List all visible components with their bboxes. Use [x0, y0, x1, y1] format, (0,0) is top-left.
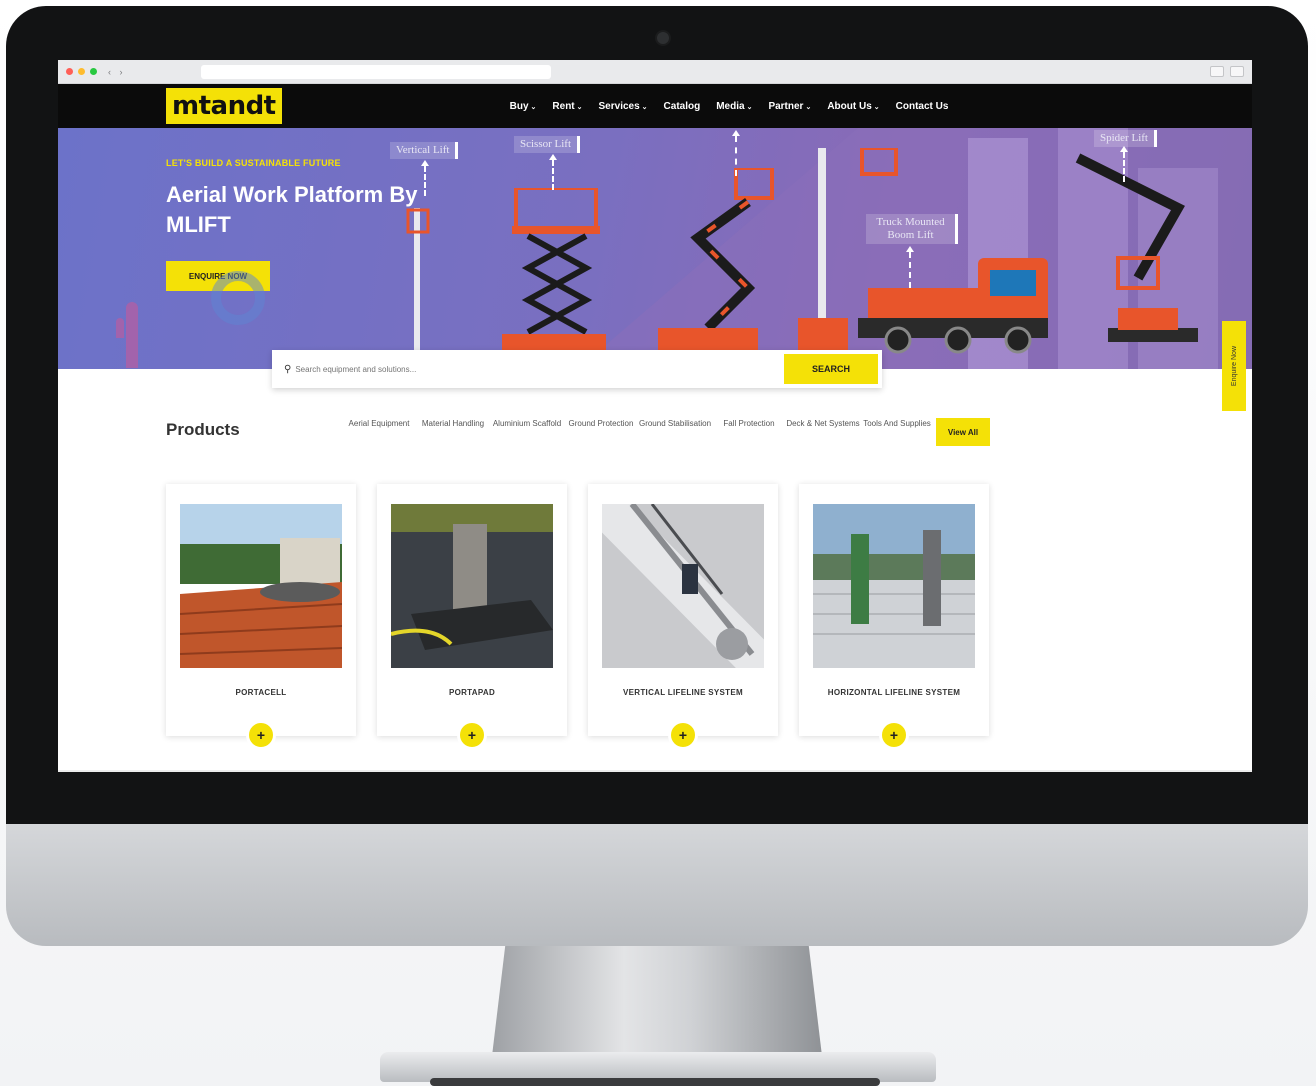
chevron-down-icon: ⌄ [576, 103, 583, 111]
share-icon[interactable] [1210, 66, 1224, 77]
arrow-up-icon [421, 160, 429, 196]
nav-label: Services [598, 100, 640, 112]
product-card[interactable]: PORTACELL + [166, 484, 356, 750]
nav-label: Contact Us [895, 100, 949, 112]
search-bar: ⚲ SEARCH [272, 350, 882, 388]
divider [58, 770, 1252, 772]
nav-item-media[interactable]: Media ⌄ [716, 101, 752, 112]
spider-lift-illustration [1075, 153, 1198, 342]
nav-item-services[interactable]: Services ⌄ [599, 101, 648, 112]
category-tab[interactable]: Ground Stabilisation [638, 418, 712, 429]
view-all-button[interactable]: View All [936, 418, 990, 446]
product-card[interactable]: VERTICAL LIFELINE SYSTEM + [588, 484, 778, 750]
category-tab[interactable]: Aluminium Scaffold [490, 418, 564, 429]
product-cards: PORTACELL + PORTAPAD + VERTICAL LIFELINE… [166, 484, 989, 750]
nav-label: Partner [768, 100, 804, 112]
minimize-window-icon[interactable] [78, 68, 85, 75]
site-logo[interactable]: mtandt [166, 88, 282, 124]
category-tab[interactable]: Material Handling [416, 418, 490, 429]
category-tab[interactable]: Deck & Net Systems [786, 418, 860, 429]
nav-item-catalog[interactable]: Catalog [664, 101, 701, 112]
screen: ‹ › mtandt Buy ⌄ Rent ⌄ Services ⌄ Catalog Medi… [58, 60, 1252, 772]
nav-item-buy[interactable]: Buy ⌄ [510, 101, 537, 112]
search-input[interactable] [295, 364, 784, 374]
horizontal-lifeline-image [813, 504, 975, 668]
nav-label: Rent [552, 100, 575, 112]
chevron-down-icon: ⌄ [805, 103, 812, 111]
plus-icon[interactable]: + [246, 720, 276, 750]
product-name: PORTACELL [235, 688, 287, 697]
enquire-now-side-tab[interactable]: Enquire Now [1222, 321, 1246, 411]
back-forward-icon[interactable]: ‹ › [108, 67, 126, 77]
vertical-lift-illustration [406, 208, 430, 369]
truck-mounted-lift-label: Truck Mounted Boom Lift [866, 214, 958, 244]
category-tab[interactable]: Tools And Supplies [860, 418, 934, 429]
monitor-stand [492, 946, 822, 1056]
product-card[interactable]: HORIZONTAL LIFELINE SYSTEM + [799, 484, 989, 750]
arrow-up-icon [906, 246, 914, 288]
gear-icon [211, 271, 265, 325]
stand-shadow [430, 1078, 880, 1086]
product-name: VERTICAL LIFELINE SYSTEM [623, 688, 743, 697]
portapad-image [391, 504, 553, 668]
category-tabs: Aerial Equipment Material Handling Alumini… [342, 418, 934, 429]
category-tab[interactable]: Aerial Equipment [342, 418, 416, 429]
maximize-window-icon[interactable] [90, 68, 97, 75]
chevron-down-icon: ⌄ [641, 103, 648, 111]
portacell-image [180, 504, 342, 668]
arrow-up-icon [549, 154, 557, 190]
category-tab[interactable]: Ground Protection [564, 418, 638, 429]
chevron-down-icon: ⌄ [873, 103, 880, 111]
products-title: Products [166, 420, 240, 439]
site-header: mtandt Buy ⌄ Rent ⌄ Services ⌄ Catalog Media ⌄ Pa… [58, 84, 1252, 128]
chevron-down-icon: ⌄ [530, 103, 537, 111]
scissor-lift-label: Scissor Lift [514, 136, 581, 153]
nav-label: Catalog [663, 100, 701, 112]
browser-toolbar: ‹ › [58, 60, 1252, 84]
plus-icon[interactable]: + [668, 720, 698, 750]
browser-actions [1210, 66, 1244, 77]
nav-item-rent[interactable]: Rent ⌄ [552, 101, 582, 112]
chevron-down-icon: ⌄ [746, 103, 753, 111]
scissor-lift-illustration [502, 188, 606, 354]
tabs-icon[interactable] [1230, 66, 1244, 77]
nav-label: Buy [509, 100, 529, 112]
nav-item-partner[interactable]: Partner ⌄ [768, 101, 811, 112]
search-button[interactable]: SEARCH [784, 354, 878, 384]
spider-lift-label: Spider Lift [1094, 130, 1157, 147]
side-tab-label: Enquire Now [1230, 345, 1238, 387]
boom-lift-illustration [658, 168, 774, 358]
products-header: Products Aerial Equipment Material Handli… [166, 418, 996, 446]
plus-icon[interactable]: + [879, 720, 909, 750]
hero-banner: LET'S BUILD A SUSTAINABLE FUTURE Aerial … [58, 128, 1252, 369]
product-name: PORTAPAD [448, 688, 496, 697]
product-card[interactable]: PORTAPAD + [377, 484, 567, 750]
nav-item-contact-us[interactable]: Contact Us [896, 101, 949, 112]
vertical-lift-label: Vertical Lift [390, 142, 459, 159]
arrow-up-icon [1120, 146, 1128, 182]
camera-icon [655, 30, 671, 46]
hero-tagline: LET'S BUILD A SUSTAINABLE FUTURE [166, 158, 341, 168]
close-window-icon[interactable] [66, 68, 73, 75]
monitor-mockup: ‹ › mtandt Buy ⌄ Rent ⌄ Services ⌄ Catalog Medi… [0, 0, 1316, 1086]
plus-icon[interactable]: + [457, 720, 487, 750]
monitor-chin [6, 824, 1308, 946]
product-name: HORIZONTAL LIFELINE SYSTEM [827, 688, 961, 697]
address-bar[interactable] [200, 64, 551, 79]
search-icon: ⚲ [284, 363, 292, 375]
cactus-icon [116, 302, 138, 368]
category-tab[interactable]: Fall Protection [712, 418, 786, 429]
nav-label: About Us [827, 100, 872, 112]
main-nav: Buy ⌄ Rent ⌄ Services ⌄ Catalog Media ⌄ Partner ⌄ A… [510, 101, 949, 112]
nav-item-about-us[interactable]: About Us ⌄ [827, 101, 879, 112]
nav-label: Media [716, 100, 745, 112]
arrow-up-icon [732, 130, 740, 176]
vertical-lifeline-image [602, 504, 764, 668]
